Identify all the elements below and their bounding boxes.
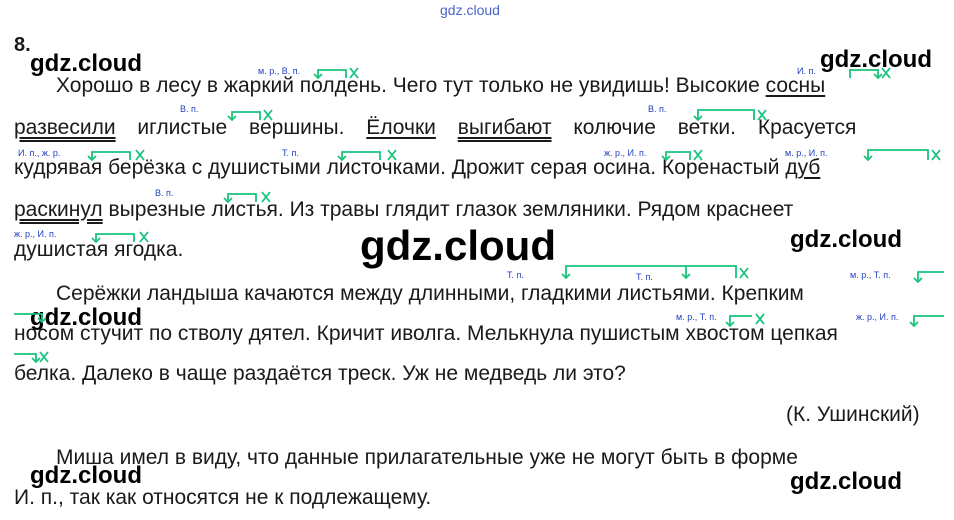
- question-arrow-mark: [725, 313, 765, 328]
- question-arrow-mark: [313, 67, 359, 80]
- question-arrow-mark: [227, 109, 273, 122]
- question-arrow-mark: [913, 271, 944, 284]
- question-arrow-mark: [561, 265, 749, 280]
- question-arrow-mark: [91, 231, 149, 244]
- question-arrow-mark: [849, 67, 891, 80]
- question-arrow-mark: [909, 315, 944, 328]
- question-arrow-mark: [14, 313, 47, 324]
- question-arrow-mark: [223, 191, 271, 204]
- question-arrow-mark: [337, 149, 397, 162]
- question-arrow-marks: [14, 67, 944, 364]
- question-arrow-mark: [863, 149, 941, 162]
- question-arrow-mark: [661, 149, 703, 162]
- question-arrow-mark: [87, 149, 145, 162]
- question-arrow-mark: [693, 109, 767, 122]
- question-arrow-mark: [14, 351, 49, 364]
